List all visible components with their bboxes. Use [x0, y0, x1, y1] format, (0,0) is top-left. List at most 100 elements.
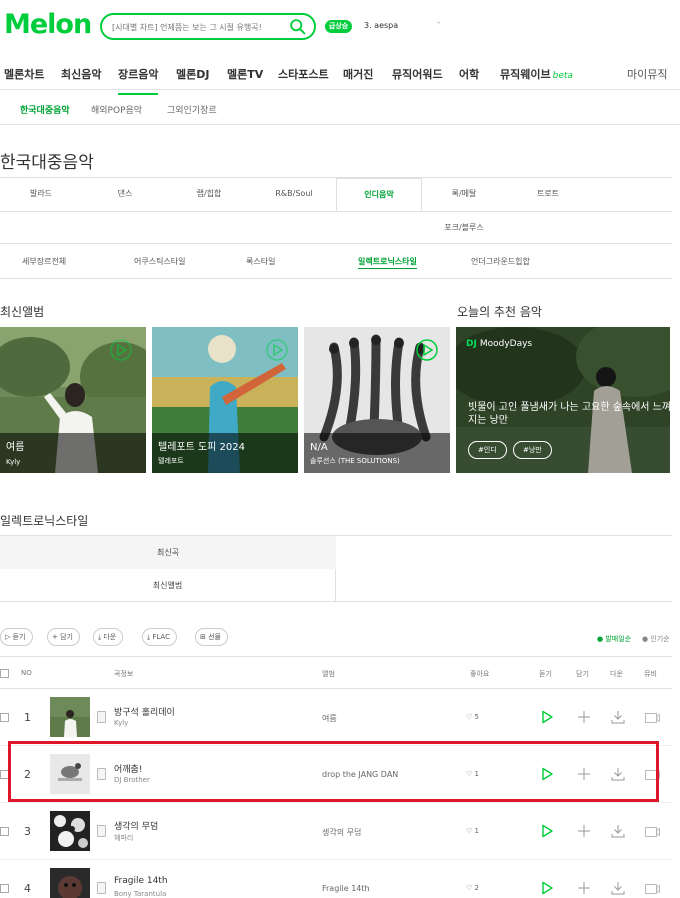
melon-logo[interactable]: Melon — [4, 9, 92, 40]
song-artist[interactable]: 혜파리 — [114, 833, 133, 843]
song-info-icon[interactable] — [97, 825, 106, 837]
song-album[interactable]: Fragile 14th — [322, 884, 370, 893]
nav-melon-chart[interactable]: 멜론차트 — [4, 66, 44, 82]
album-thumbnail[interactable] — [50, 868, 90, 898]
latest-albums-title: 최신앨범 — [0, 305, 45, 319]
album-card[interactable]: N/A 솔루션스 (THE SOLUTIONS) — [304, 327, 450, 473]
realtime-rank-text[interactable]: 3. aespa — [364, 21, 398, 30]
download-icon[interactable] — [611, 881, 625, 895]
tab-rock[interactable]: 록/메탈 — [422, 178, 506, 211]
album-artist[interactable]: 텔레포트 — [158, 456, 184, 466]
tab-folk[interactable]: 포크/블루스 — [422, 212, 506, 245]
listen-button[interactable]: ▷ 듣기 — [0, 628, 33, 646]
play-icon[interactable] — [266, 339, 288, 361]
add-button[interactable]: + 담기 — [47, 628, 80, 646]
like-button[interactable]: ♡ 5 — [466, 713, 479, 721]
sort-by-release[interactable]: ● 발매일순 — [597, 634, 631, 644]
download-icon[interactable] — [611, 710, 625, 724]
header-add: 담기 — [576, 670, 589, 678]
album-artist[interactable]: 솔루션스 (THE SOLUTIONS) — [310, 456, 400, 466]
nav-melon-dj[interactable]: 멜론DJ — [176, 66, 209, 82]
search-icon[interactable] — [289, 18, 306, 35]
nav-language[interactable]: 어학 — [459, 66, 479, 82]
dj-name[interactable]: MoodyDays — [480, 339, 532, 349]
nav-musicwave[interactable]: 뮤직웨이브 beta — [500, 66, 573, 82]
song-info-icon[interactable] — [97, 882, 106, 894]
mv-icon[interactable] — [645, 884, 660, 894]
album-thumbnail[interactable] — [50, 811, 90, 851]
song-title[interactable]: 방구석 홀리데이 — [114, 705, 175, 718]
nav-magazine[interactable]: 매거진 — [343, 66, 373, 82]
tab-rnb[interactable]: R&B/Soul — [252, 178, 336, 211]
row-checkbox[interactable] — [0, 884, 9, 893]
add-icon[interactable] — [577, 710, 591, 724]
play-icon[interactable] — [540, 710, 554, 724]
search-input[interactable] — [112, 18, 282, 36]
row-checkbox[interactable] — [0, 713, 9, 722]
song-title[interactable]: Fragile 14th — [114, 876, 168, 886]
album-title[interactable]: N/A — [310, 442, 328, 453]
tab-indie[interactable]: 인디음악 — [336, 178, 422, 211]
mv-icon[interactable] — [645, 827, 660, 837]
tab-trot[interactable]: 트로트 — [506, 178, 590, 211]
subgenre-electronic[interactable]: 일렉트로닉스타일 — [358, 256, 417, 269]
album-card[interactable]: 여름 Kyly — [0, 327, 146, 473]
song-album[interactable]: 생각의 무덤 — [322, 827, 361, 838]
nav-latest-music[interactable]: 최신음악 — [61, 66, 101, 82]
nav-my-music[interactable]: 마이뮤직 — [627, 66, 667, 82]
row-highlight-box — [8, 741, 659, 802]
tab-dance[interactable]: 댄스 — [84, 178, 166, 211]
album-card[interactable]: 텔레포트 도피 2024 텔레포트 — [152, 327, 298, 473]
subnav-other[interactable]: 그외인기장르 — [167, 103, 217, 116]
select-all-checkbox[interactable] — [0, 669, 9, 678]
play-icon[interactable] — [110, 339, 132, 361]
add-icon[interactable] — [577, 881, 591, 895]
tag-romance[interactable]: #낭만 — [513, 441, 552, 459]
sort-by-popularity[interactable]: ● 인기순 — [642, 634, 670, 644]
song-artist[interactable]: Kyly — [114, 719, 128, 727]
flac-button[interactable]: ⤓ FLAC — [142, 628, 177, 646]
song-info-icon[interactable] — [97, 711, 106, 723]
song-title[interactable]: 생각의 무덤 — [114, 819, 158, 832]
search-box[interactable] — [100, 13, 316, 40]
gift-button[interactable]: ⊞ 선물 — [195, 628, 228, 646]
row-checkbox[interactable] — [0, 827, 9, 836]
tab-latest-songs[interactable]: 최신곡 — [0, 536, 336, 569]
tab-ballad[interactable]: 발라드 — [0, 178, 82, 211]
nav-starpost[interactable]: 스타포스트 — [278, 66, 329, 82]
song-artist[interactable]: Bony Tarantula — [114, 890, 166, 898]
subnav-pop[interactable]: 해외POP음악 — [91, 103, 142, 116]
tab-hiphop[interactable]: 랩/힙합 — [168, 178, 250, 211]
play-icon[interactable] — [540, 824, 554, 838]
album-thumbnail[interactable] — [50, 697, 90, 737]
nav-music-award[interactable]: 뮤직어워드 — [392, 66, 443, 82]
dj-recommend-card[interactable]: DJ MoodyDays 빗물이 고인 풀냄새가 나는 고요한 숲속에서 느껴지는… — [456, 327, 670, 473]
header-mv: 뮤비 — [644, 670, 657, 678]
subgenre-underground[interactable]: 언더그라운드힙합 — [471, 256, 530, 267]
dj-playlist-title[interactable]: 빗물이 고인 풀냄새가 나는 고요한 숲속에서 느껴지는 낭만 — [468, 401, 670, 427]
header-song: 곡정보 — [114, 670, 134, 678]
like-button[interactable]: ♡ 2 — [466, 884, 479, 892]
album-title[interactable]: 텔레포트 도피 2024 — [158, 438, 245, 453]
mv-icon[interactable] — [645, 713, 660, 723]
download-icon[interactable] — [611, 824, 625, 838]
song-album[interactable]: 여름 — [322, 713, 337, 724]
play-icon[interactable] — [540, 881, 554, 895]
subgenre-all[interactable]: 세부장르전체 — [22, 256, 66, 267]
like-button[interactable]: ♡ 1 — [466, 827, 479, 835]
add-icon[interactable] — [577, 824, 591, 838]
dj-label: DJ MoodyDays — [466, 339, 532, 349]
play-icon[interactable] — [416, 339, 438, 361]
tab-latest-albums[interactable]: 최신앨범 — [0, 569, 336, 602]
dj-mark: DJ — [466, 339, 477, 349]
nav-melon-tv[interactable]: 멜론TV — [227, 66, 263, 82]
electronic-title: 일렉트로닉스타일 — [0, 514, 89, 528]
subgenre-acoustic[interactable]: 어쿠스틱스타일 — [134, 256, 186, 267]
genre-subnav: 한국대중음악 해외POP음악 그외인기장르 — [0, 91, 680, 125]
download-button[interactable]: ⤓ 다운 — [93, 628, 124, 646]
subnav-korean[interactable]: 한국대중음악 — [20, 103, 70, 116]
album-title[interactable]: 여름 — [6, 438, 24, 453]
album-artist[interactable]: Kyly — [6, 458, 20, 466]
subgenre-rock[interactable]: 록스타일 — [246, 256, 275, 267]
tag-indie[interactable]: #인디 — [468, 441, 507, 459]
